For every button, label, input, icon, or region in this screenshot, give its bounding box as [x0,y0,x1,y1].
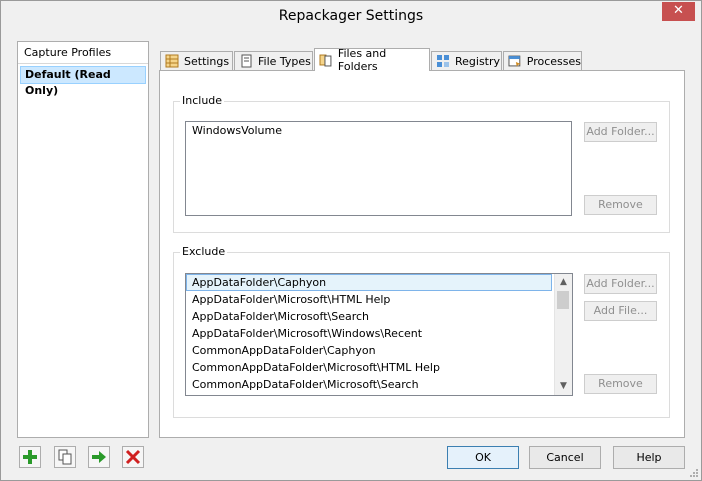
list-item[interactable]: WindowsVolume [186,122,571,139]
scroll-up-icon[interactable]: ▲ [555,274,572,291]
title-bar: Repackager Settings ✕ [1,1,701,32]
plus-icon [23,450,37,464]
registry-icon [437,55,449,67]
resize-grip-icon[interactable] [689,468,699,478]
exclude-scrollbar[interactable]: ▲ ▼ [554,274,572,395]
list-item[interactable]: CommonAppDataFolder\Microsoft\Search [186,376,572,393]
exclude-label: Exclude [180,245,228,258]
scroll-down-icon[interactable]: ▼ [555,378,572,395]
import-profile-button[interactable] [88,446,110,468]
cancel-button[interactable]: Cancel [529,446,601,469]
ok-button[interactable]: OK [447,446,519,469]
arrow-right-icon [92,451,106,463]
scroll-thumb[interactable] [557,291,569,309]
files-folders-icon [319,54,332,67]
capture-profiles-panel: Capture Profiles Default (Read Only) [17,41,149,438]
include-label: Include [180,94,225,107]
tab-files-and-folders-label: Files and Folders [337,47,387,73]
files-and-folders-panel: Include WindowsVolume Add Folder... Remo… [159,70,685,438]
list-item[interactable]: CommonAppDataFolder\Caphyon [186,342,572,359]
copy-icon [58,449,72,465]
exclude-add-folder-button[interactable]: Add Folder... [584,274,657,294]
tab-files-and-folders[interactable]: Files and Folders [314,47,430,73]
add-profile-button[interactable] [19,446,41,468]
tab-registry[interactable]: Registry [431,51,502,70]
tab-settings-label: Settings [184,54,230,68]
settings-grid-icon [165,54,179,68]
file-types-icon [241,54,252,68]
list-item[interactable]: AppDataFolder\Microsoft\HTML Help [186,291,572,308]
list-item[interactable]: CommonAppDataFolder\Microsoft\HTML Help [186,359,572,376]
delete-x-icon [125,449,141,465]
include-group: Include WindowsVolume Add Folder... Remo… [173,94,670,233]
processes-icon [508,55,521,67]
exclude-remove-button[interactable]: Remove [584,374,657,394]
tab-file-types-label: File Types [258,54,311,68]
list-item[interactable]: AppDataFolder\Caphyon [186,274,552,291]
include-list[interactable]: WindowsVolume [185,121,572,216]
tab-processes[interactable]: Processes [503,51,582,70]
list-item[interactable]: AppDataFolder\Microsoft\Search [186,308,572,325]
delete-profile-button[interactable] [122,446,144,468]
tab-file-types[interactable]: File Types [234,51,313,70]
tab-processes-label: Processes [526,54,581,68]
include-remove-button[interactable]: Remove [584,195,657,215]
exclude-add-file-button[interactable]: Add File... [584,301,657,321]
repackager-settings-window: Repackager Settings ✕ Capture Profiles D… [0,0,702,481]
profile-item-default[interactable]: Default (Read Only) [20,66,146,97]
help-button[interactable]: Help [613,446,685,469]
include-add-folder-button[interactable]: Add Folder... [584,122,657,142]
tab-settings[interactable]: Settings [160,51,233,70]
exclude-list[interactable]: AppDataFolder\Caphyon AppDataFolder\Micr… [185,273,573,396]
copy-profile-button[interactable] [54,446,76,468]
exclude-group: Exclude AppDataFolder\Caphyon AppDataFol… [173,245,670,418]
window-title: Repackager Settings [278,8,424,24]
tab-registry-label: Registry [455,54,501,68]
list-item[interactable]: AppDataFolder\Microsoft\Windows\Recent [186,325,572,342]
capture-profiles-header: Capture Profiles [18,42,148,64]
close-window-button[interactable]: ✕ [662,2,695,21]
